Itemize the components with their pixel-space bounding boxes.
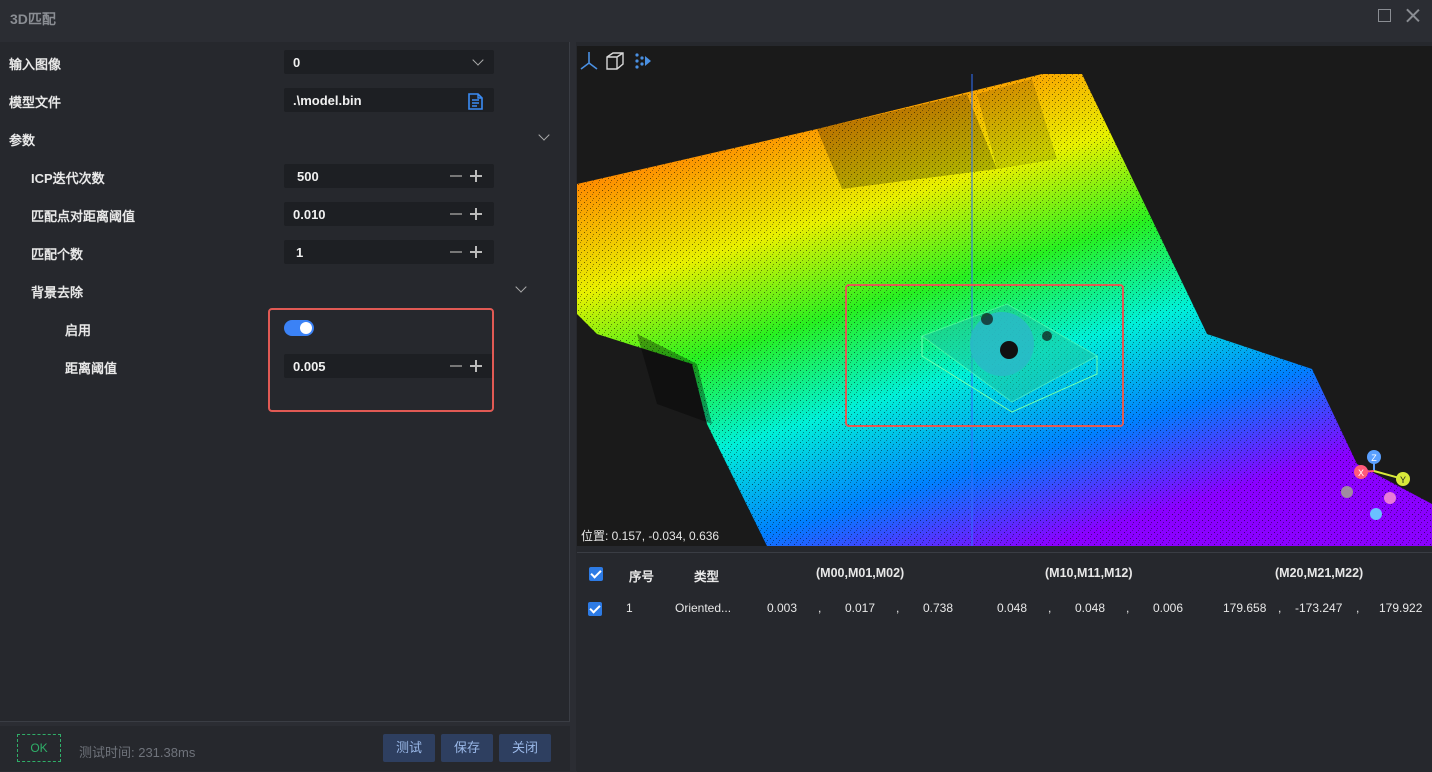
cell-m11: 0.048 <box>1075 601 1106 615</box>
file-open-icon[interactable] <box>466 91 486 111</box>
match-highlight-box <box>845 284 1124 427</box>
input-image-select[interactable]: 0 <box>284 50 494 74</box>
axis-x-label: X <box>1358 468 1364 478</box>
input-image-value: 0 <box>293 55 301 70</box>
background-removal-label: 背景去除 <box>31 285 84 300</box>
maximize-icon[interactable] <box>1378 9 1391 22</box>
minus-icon[interactable] <box>450 213 462 215</box>
distance-threshold-value: 0.010 <box>293 207 326 222</box>
model-file-label: 模型文件 <box>9 95 62 110</box>
match-count-stepper[interactable]: 1 <box>284 240 494 264</box>
cube-icon[interactable] <box>604 50 626 72</box>
icp-iterations-stepper[interactable]: 500 <box>284 164 494 188</box>
model-file-field[interactable]: .\model.bin <box>284 88 494 112</box>
column-header-index: 序号 <box>629 570 655 584</box>
test-button[interactable]: 测试 <box>383 734 435 762</box>
cell-separator: , <box>1356 601 1360 615</box>
column-header-type: 类型 <box>694 570 720 584</box>
chevron-down-icon <box>472 54 484 66</box>
select-all-checkbox[interactable] <box>589 567 603 581</box>
input-image-label: 输入图像 <box>9 57 62 72</box>
icp-iterations-value: 500 <box>297 169 319 184</box>
cell-m01: 0.017 <box>845 601 876 615</box>
cell-separator: , <box>896 601 900 615</box>
save-button[interactable]: 保存 <box>441 734 493 762</box>
highlight-box <box>268 308 494 412</box>
axes-icon[interactable] <box>578 50 600 72</box>
test-time-text: 测试时间: 231.38ms <box>79 745 196 760</box>
cell-m00: 0.003 <box>767 601 798 615</box>
cell-separator: , <box>1126 601 1130 615</box>
column-header-m0: (M00,M01,M02) <box>816 566 905 580</box>
cell-m10: 0.048 <box>997 601 1028 615</box>
window-title: 3D匹配 <box>10 11 56 27</box>
viewer-toolbar <box>577 46 1432 74</box>
title-bar: 3D匹配 <box>0 0 1432 36</box>
cell-m21: -173.247 <box>1295 601 1343 615</box>
cell-separator: , <box>818 601 822 615</box>
axis-z-label: Z <box>1371 453 1377 463</box>
status-badge: OK <box>17 734 61 762</box>
axis-y-label: Y <box>1400 475 1406 485</box>
bg-distance-threshold-label: 距离阈值 <box>65 361 118 376</box>
results-table: 序号 类型 (M00,M01,M02) (M10,M11,M12) (M20,M… <box>577 552 1432 772</box>
distance-threshold-stepper[interactable]: 0.010 <box>284 202 494 226</box>
cell-m02: 0.738 <box>923 601 954 615</box>
model-file-value: .\model.bin <box>293 93 362 108</box>
row-checkbox[interactable] <box>588 602 602 616</box>
match-count-label: 匹配个数 <box>31 247 84 262</box>
cell-m12: 0.006 <box>1153 601 1184 615</box>
position-readout: 位置: 0.157, -0.034, 0.636 <box>581 529 720 543</box>
enable-label: 启用 <box>65 323 92 338</box>
minus-icon[interactable] <box>450 175 462 177</box>
column-header-m1: (M10,M11,M12) <box>1045 566 1133 580</box>
cell-type: Oriented... <box>675 601 732 615</box>
close-button[interactable]: 关闭 <box>499 734 551 762</box>
footer-bar: OK 测试时间: 231.38ms 测试 保存 关闭 <box>0 726 570 771</box>
column-header-m2: (M20,M21,M22) <box>1275 566 1364 580</box>
point-cloud-icon[interactable] <box>632 50 654 72</box>
cell-index: 1 <box>626 601 633 615</box>
cell-m20: 179.658 <box>1223 601 1267 615</box>
icp-iterations-label: ICP迭代次数 <box>31 171 105 186</box>
section-params-label: 参数 <box>9 133 36 148</box>
cell-separator: , <box>1278 601 1282 615</box>
match-count-value: 1 <box>296 245 304 260</box>
close-icon[interactable] <box>1405 7 1421 23</box>
distance-threshold-label: 匹配点对距离阈值 <box>31 209 136 224</box>
cell-separator: , <box>1048 601 1052 615</box>
minus-icon[interactable] <box>450 251 462 253</box>
cell-m22: 179.922 <box>1379 601 1423 615</box>
